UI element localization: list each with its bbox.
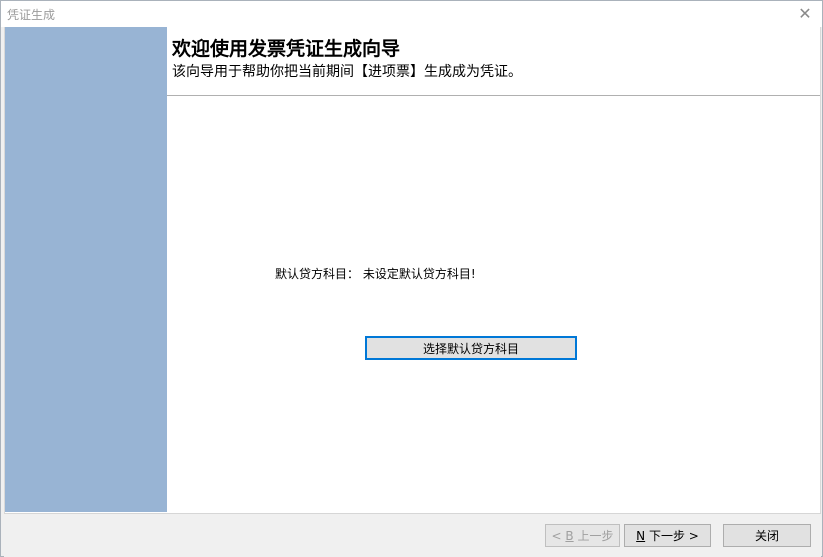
next-button[interactable]: N 下一步 > (624, 524, 711, 547)
previous-button[interactable]: < B 上一步 (545, 524, 620, 547)
title-bar[interactable]: 凭证生成 ✕ (1, 1, 822, 27)
wizard-header: 欢迎使用发票凭证生成向导 该向导用于帮助你把当前期间【进项票】生成成为凭证。 (167, 27, 820, 96)
previous-button-label: 上一步 (573, 529, 614, 543)
window-title: 凭证生成 (7, 8, 56, 22)
next-button-label: 下一步 > (645, 529, 699, 543)
wizard-footer: < B 上一步 N 下一步 > 关闭 (4, 513, 821, 557)
wizard-window: 凭证生成 ✕ 欢迎使用发票凭证生成向导 该向导用于帮助你把当前期间【进项票】生成… (0, 0, 823, 557)
close-icon[interactable]: ✕ (794, 3, 816, 25)
wizard-subtitle: 该向导用于帮助你把当前期间【进项票】生成成为凭证。 (172, 64, 522, 80)
wizard-title: 欢迎使用发票凭证生成向导 (172, 38, 401, 60)
wizard-client-area: 欢迎使用发票凭证生成向导 该向导用于帮助你把当前期间【进项票】生成成为凭证。 默… (4, 27, 821, 513)
previous-button-prefix: < (551, 528, 566, 543)
default-credit-account-label: 默认贷方科目： (275, 267, 360, 281)
previous-button-mnemonic: B (565, 528, 574, 543)
default-credit-account-value: 未设定默认贷方科目! (362, 267, 476, 281)
default-credit-account-info: 默认贷方科目： 未设定默认贷方科目! (275, 265, 476, 282)
select-default-credit-account-button[interactable]: 选择默认贷方科目 (365, 336, 577, 360)
close-button[interactable]: 关闭 (723, 524, 811, 547)
wizard-side-panel (5, 27, 167, 512)
next-button-mnemonic: N (636, 528, 646, 543)
